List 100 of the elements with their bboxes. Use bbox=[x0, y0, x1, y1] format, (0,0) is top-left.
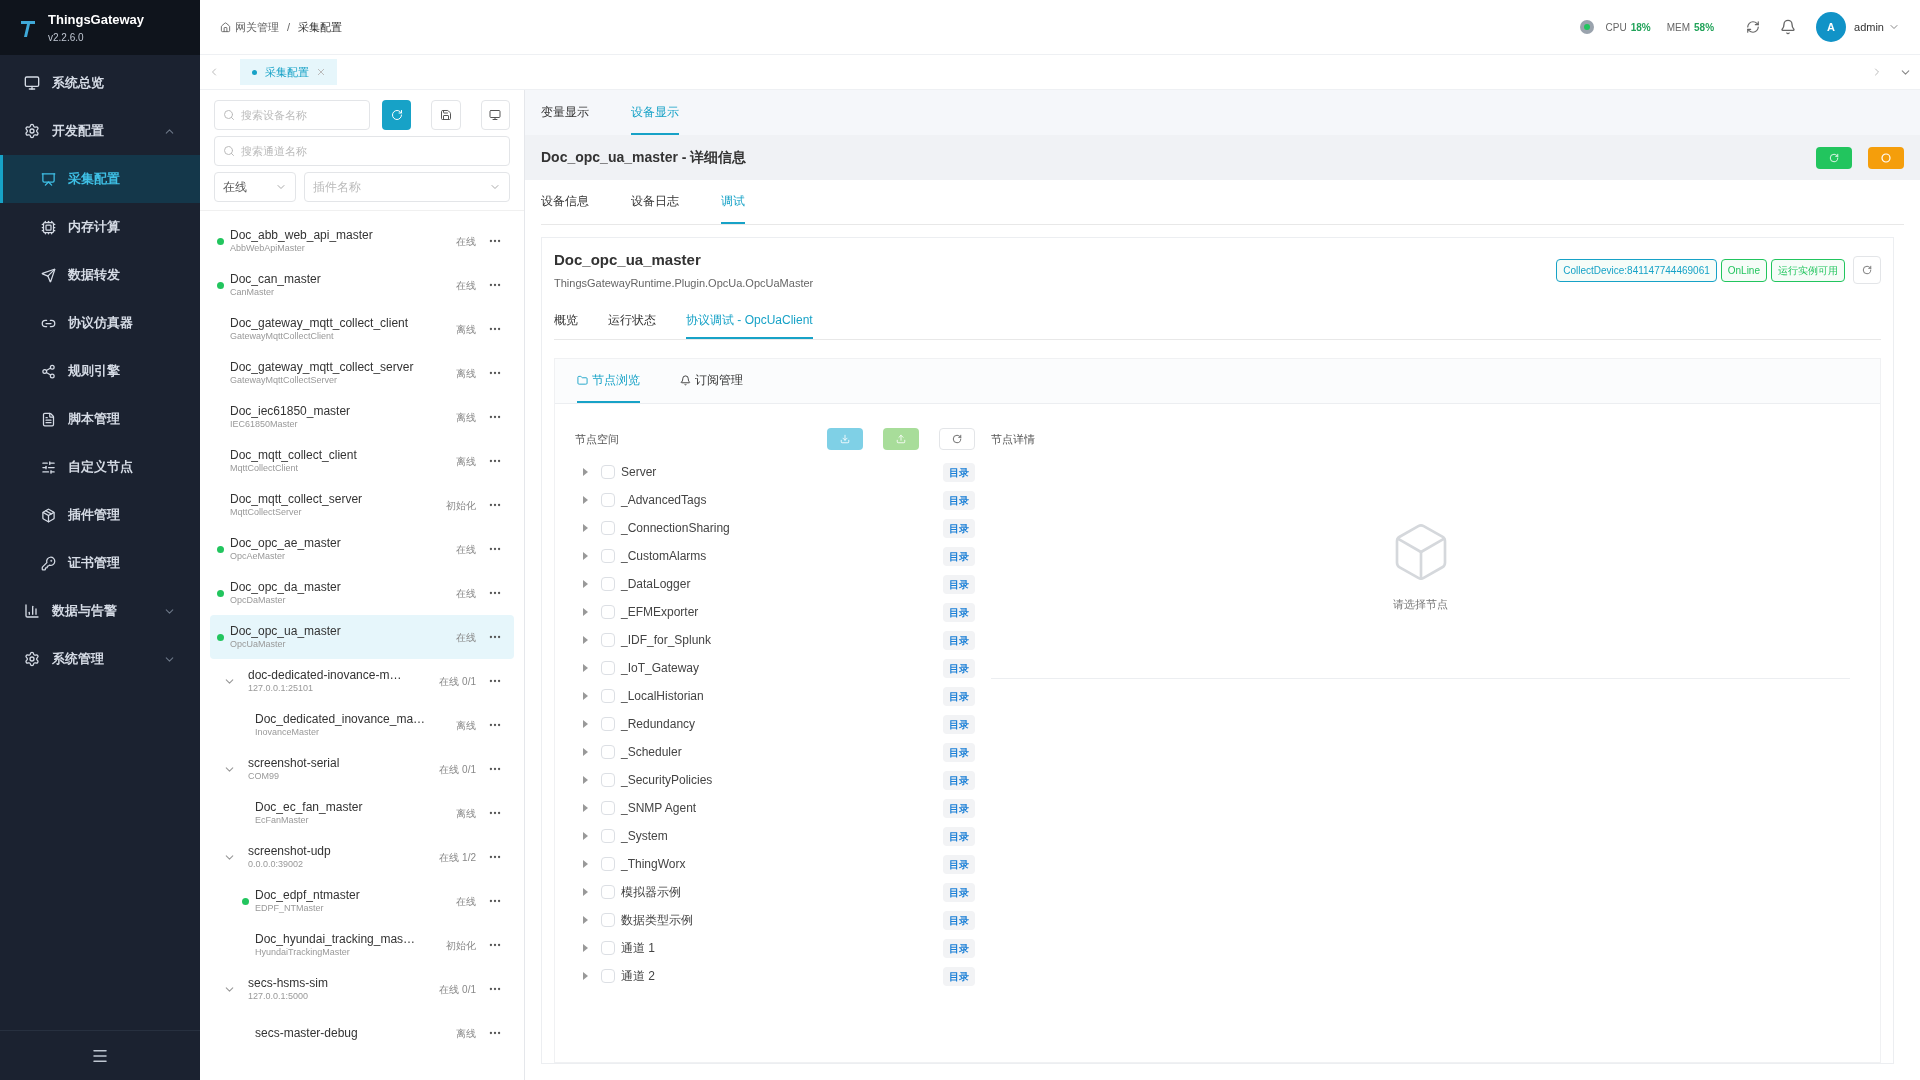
refresh-button[interactable] bbox=[1853, 256, 1881, 284]
tree-node[interactable]: 通道 1 目录 bbox=[575, 934, 975, 962]
tree-node[interactable]: _IDF_for_Splunk 目录 bbox=[575, 626, 975, 654]
tree-node[interactable]: 模拟器示例 目录 bbox=[575, 878, 975, 906]
node-checkbox[interactable] bbox=[601, 885, 615, 899]
node-checkbox[interactable] bbox=[601, 689, 615, 703]
search-field[interactable]: 搜索通道名称 bbox=[214, 136, 510, 166]
tree-node[interactable]: _EFMExporter 目录 bbox=[575, 598, 975, 626]
device-item[interactable]: Doc_dedicated_inovance_ma… InovanceMaster 离线 bbox=[210, 703, 514, 747]
tab[interactable]: 变量显示 bbox=[541, 90, 589, 135]
device-item[interactable]: Doc_edpf_ntmaster EDPF_NTMaster 在线 bbox=[210, 879, 514, 923]
tree-node[interactable]: _ThingWorx 目录 bbox=[575, 850, 975, 878]
device-name: secs-master-debug bbox=[255, 1025, 359, 1041]
tree-node[interactable]: _SecurityPolicies 目录 bbox=[575, 766, 975, 794]
save-button[interactable] bbox=[431, 100, 461, 130]
node-checkbox[interactable] bbox=[601, 661, 615, 675]
tree-node[interactable]: _Scheduler 目录 bbox=[575, 738, 975, 766]
device-item[interactable]: Doc_abb_web_api_master AbbWebApiMaster 在线 bbox=[210, 219, 514, 263]
tree-node[interactable]: _CustomAlarms 目录 bbox=[575, 542, 975, 570]
refresh-button[interactable] bbox=[939, 428, 975, 450]
sidebar-item[interactable]: 开发配置 bbox=[0, 107, 200, 155]
tree-node[interactable]: _ConnectionSharing 目录 bbox=[575, 514, 975, 542]
node-checkbox[interactable] bbox=[601, 465, 615, 479]
tab[interactable]: 设备信息 bbox=[541, 180, 589, 224]
tree-node[interactable]: 通道 2 目录 bbox=[575, 962, 975, 990]
tree-node[interactable]: _LocalHistorian 目录 bbox=[575, 682, 975, 710]
device-item[interactable]: secs-master-debug 离线 bbox=[210, 1011, 514, 1055]
node-checkbox[interactable] bbox=[601, 549, 615, 563]
node-checkbox[interactable] bbox=[601, 493, 615, 507]
device-item[interactable]: Doc_hyundai_tracking_mas… HyundaiTrackingMaster 初始化 bbox=[210, 923, 514, 967]
device-item[interactable]: Doc_gateway_mqtt_collect_server GatewayMqttCollectServer 离线 bbox=[210, 351, 514, 395]
device-item[interactable]: Doc_mqtt_collect_client MqttCollectClient 离线 bbox=[210, 439, 514, 483]
tree-node[interactable]: _Redundancy 目录 bbox=[575, 710, 975, 738]
stop-button[interactable] bbox=[1868, 146, 1904, 169]
tree-node[interactable]: _IoT_Gateway 目录 bbox=[575, 654, 975, 682]
notification-icon[interactable] bbox=[1780, 19, 1797, 35]
channel-item[interactable]: doc-dedicated-inovance-m… 127.0.0.1:25101 在线 0/1 bbox=[210, 659, 514, 703]
sidebar-subitem[interactable]: 插件管理 bbox=[0, 491, 200, 539]
refresh-button[interactable] bbox=[382, 100, 412, 130]
tab[interactable]: 订阅管理 bbox=[680, 359, 743, 403]
sidebar-subitem[interactable]: 数据转发 bbox=[0, 251, 200, 299]
node-checkbox[interactable] bbox=[601, 829, 615, 843]
sidebar-item[interactable]: 系统总览 bbox=[0, 59, 200, 107]
download-button[interactable] bbox=[827, 428, 863, 450]
device-item[interactable]: Doc_iec61850_master IEC61850Master 离线 bbox=[210, 395, 514, 439]
sidebar-subitem[interactable]: 脚本管理 bbox=[0, 395, 200, 443]
channel-item[interactable]: screenshot-serial COM99 在线 0/1 bbox=[210, 747, 514, 791]
tab[interactable]: 设备日志 bbox=[631, 180, 679, 224]
device-item[interactable]: Doc_opc_ae_master OpcAeMaster 在线 bbox=[210, 527, 514, 571]
search-field[interactable]: 搜索设备名称 bbox=[214, 100, 371, 130]
refresh-button[interactable] bbox=[1816, 146, 1852, 169]
sidebar-item[interactable]: 系统管理 bbox=[0, 635, 200, 683]
refresh-icon bbox=[390, 109, 403, 121]
node-checkbox[interactable] bbox=[601, 605, 615, 619]
sidebar-subitem[interactable]: 证书管理 bbox=[0, 539, 200, 587]
user-name[interactable]: admin bbox=[1854, 18, 1884, 36]
device-item[interactable]: Doc_mqtt_collect_server MqttCollectServer 初始化 bbox=[210, 483, 514, 527]
chip-icon bbox=[41, 219, 56, 235]
sidebar-subitem[interactable]: 采集配置 bbox=[0, 155, 200, 203]
device-item[interactable]: Doc_opc_ua_master OpcUaMaster 在线 bbox=[210, 615, 514, 659]
node-checkbox[interactable] bbox=[601, 521, 615, 535]
node-label: _System bbox=[621, 828, 669, 845]
node-checkbox[interactable] bbox=[601, 941, 615, 955]
monitor-button[interactable] bbox=[480, 100, 510, 130]
node-checkbox[interactable] bbox=[601, 913, 615, 927]
refresh-icon[interactable] bbox=[1746, 20, 1761, 34]
node-checkbox[interactable] bbox=[601, 577, 615, 591]
breadcrumb-link[interactable]: 网关管理 bbox=[235, 18, 279, 36]
tree-node[interactable]: Server 目录 bbox=[575, 458, 975, 486]
device-item[interactable]: Doc_can_master CanMaster 在线 bbox=[210, 263, 514, 307]
device-item[interactable]: Doc_ec_fan_master EcFanMaster 离线 bbox=[210, 791, 514, 835]
tree-node[interactable]: _DataLogger 目录 bbox=[575, 570, 975, 598]
device-status: 在线 bbox=[455, 586, 476, 601]
tree-node[interactable]: 数据类型示例 目录 bbox=[575, 906, 975, 934]
node-checkbox[interactable] bbox=[601, 969, 615, 983]
tree-node[interactable]: _SNMP Agent 目录 bbox=[575, 794, 975, 822]
tab[interactable]: 概览 bbox=[554, 302, 578, 339]
node-checkbox[interactable] bbox=[601, 717, 615, 731]
device-name: Doc_hyundai_tracking_mas… bbox=[255, 931, 417, 947]
home-icon[interactable] bbox=[220, 21, 231, 33]
node-type-tag: 目录 bbox=[943, 798, 975, 818]
status-select[interactable]: 在线 bbox=[214, 172, 296, 202]
device-item[interactable]: Doc_gateway_mqtt_collect_client GatewayMqttCollectClient 离线 bbox=[210, 307, 514, 351]
channel-item[interactable]: screenshot-udp 0.0.0.0:39002 在线 1/2 bbox=[210, 835, 514, 879]
node-checkbox[interactable] bbox=[601, 773, 615, 787]
node-checkbox[interactable] bbox=[601, 801, 615, 815]
node-checkbox[interactable] bbox=[601, 633, 615, 647]
sidebar-subitem[interactable]: 规则引擎 bbox=[0, 347, 200, 395]
sidebar-subitem[interactable]: 自定义节点 bbox=[0, 443, 200, 491]
sidebar-subitem[interactable]: 协议仿真器 bbox=[0, 299, 200, 347]
tab[interactable]: 运行状态 bbox=[608, 302, 656, 339]
sidebar-item[interactable]: 数据与告警 bbox=[0, 587, 200, 635]
node-checkbox[interactable] bbox=[601, 857, 615, 871]
tree-node[interactable]: _AdvancedTags 目录 bbox=[575, 486, 975, 514]
sidebar-subitem[interactable]: 内存计算 bbox=[0, 203, 200, 251]
channel-item[interactable]: secs-hsms-sim 127.0.0.1:5000 在线 0/1 bbox=[210, 967, 514, 1011]
tree-node[interactable]: _System 目录 bbox=[575, 822, 975, 850]
node-checkbox[interactable] bbox=[601, 745, 615, 759]
close-icon[interactable] bbox=[317, 68, 325, 76]
device-item[interactable]: Doc_opc_da_master OpcDaMaster 在线 bbox=[210, 571, 514, 615]
